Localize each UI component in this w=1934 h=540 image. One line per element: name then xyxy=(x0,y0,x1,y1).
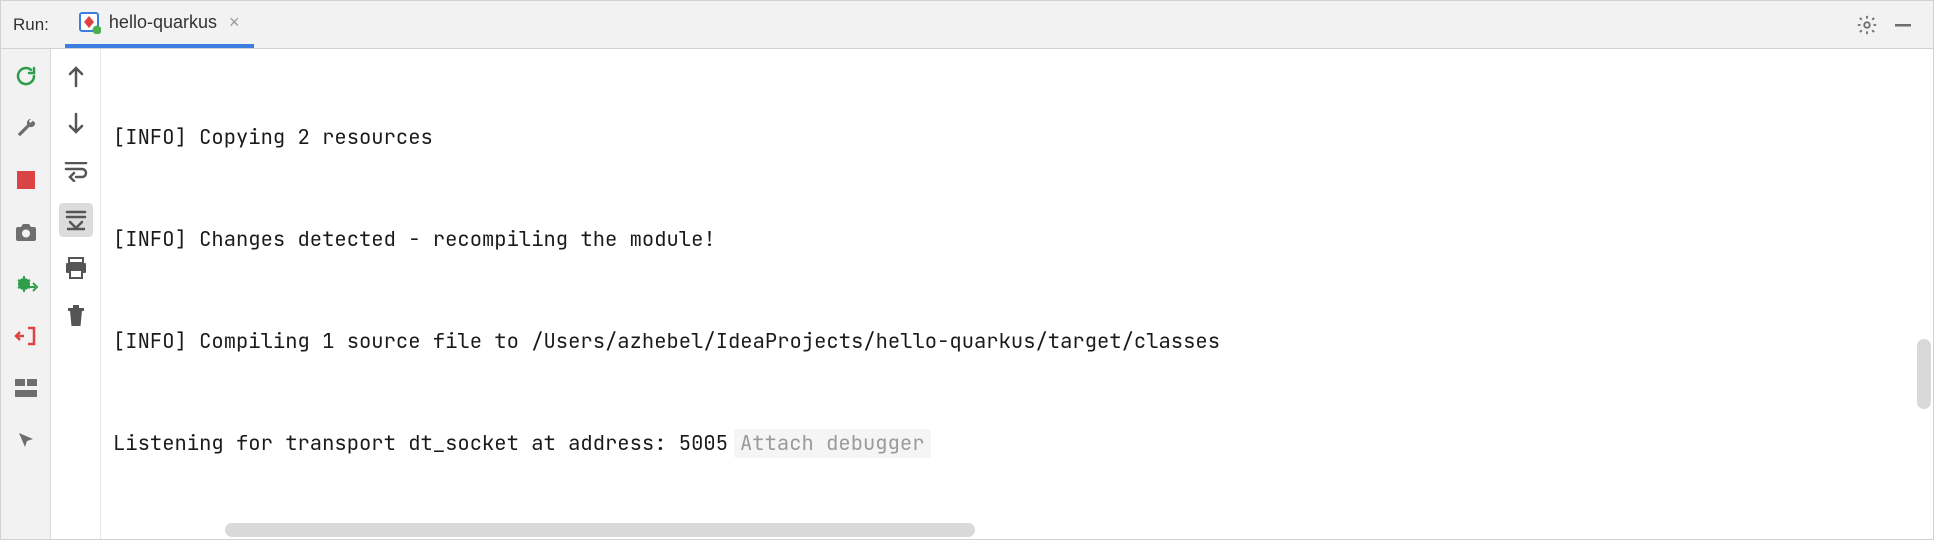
camera-icon[interactable] xyxy=(9,215,43,249)
trash-icon[interactable] xyxy=(59,299,93,333)
debug-attach-icon[interactable] xyxy=(9,267,43,301)
run-label: Run: xyxy=(13,15,49,35)
print-icon[interactable] xyxy=(59,251,93,285)
down-arrow-icon[interactable] xyxy=(59,107,93,141)
console-line: Listening for transport dt_socket at add… xyxy=(113,427,1921,461)
console-line: [INFO] Copying 2 resources xyxy=(113,121,1921,155)
run-tool-header: Run: hello-quarkus × xyxy=(1,1,1933,49)
gear-icon[interactable] xyxy=(1849,7,1885,43)
run-tool-body: [INFO] Copying 2 resources [INFO] Change… xyxy=(1,49,1933,539)
pin-icon[interactable] xyxy=(9,423,43,457)
console-line: [INFO] Changes detected - recompiling th… xyxy=(113,223,1921,257)
vertical-scrollbar[interactable] xyxy=(1917,339,1931,409)
scroll-to-end-icon[interactable] xyxy=(59,203,93,237)
run-tab-label: hello-quarkus xyxy=(109,12,217,33)
console-line: [INFO] Compiling 1 source file to /Users… xyxy=(113,325,1921,359)
wrench-icon[interactable] xyxy=(9,111,43,145)
stop-button[interactable] xyxy=(9,163,43,197)
exit-icon[interactable] xyxy=(9,319,43,353)
left-toolbar-secondary xyxy=(51,49,101,539)
console-output[interactable]: [INFO] Copying 2 resources [INFO] Change… xyxy=(101,49,1933,539)
attach-debugger-link[interactable]: Attach debugger xyxy=(734,429,931,458)
rerun-button[interactable] xyxy=(9,59,43,93)
minimize-icon[interactable] xyxy=(1885,7,1921,43)
run-tab[interactable]: hello-quarkus × xyxy=(65,1,254,48)
soft-wrap-icon[interactable] xyxy=(59,155,93,189)
close-tab-icon[interactable]: × xyxy=(229,12,240,33)
layout-icon[interactable] xyxy=(9,371,43,405)
left-toolbar-primary xyxy=(1,49,51,539)
up-arrow-icon[interactable] xyxy=(59,59,93,93)
quarkus-run-config-icon xyxy=(79,12,101,34)
horizontal-scrollbar[interactable] xyxy=(225,523,975,537)
